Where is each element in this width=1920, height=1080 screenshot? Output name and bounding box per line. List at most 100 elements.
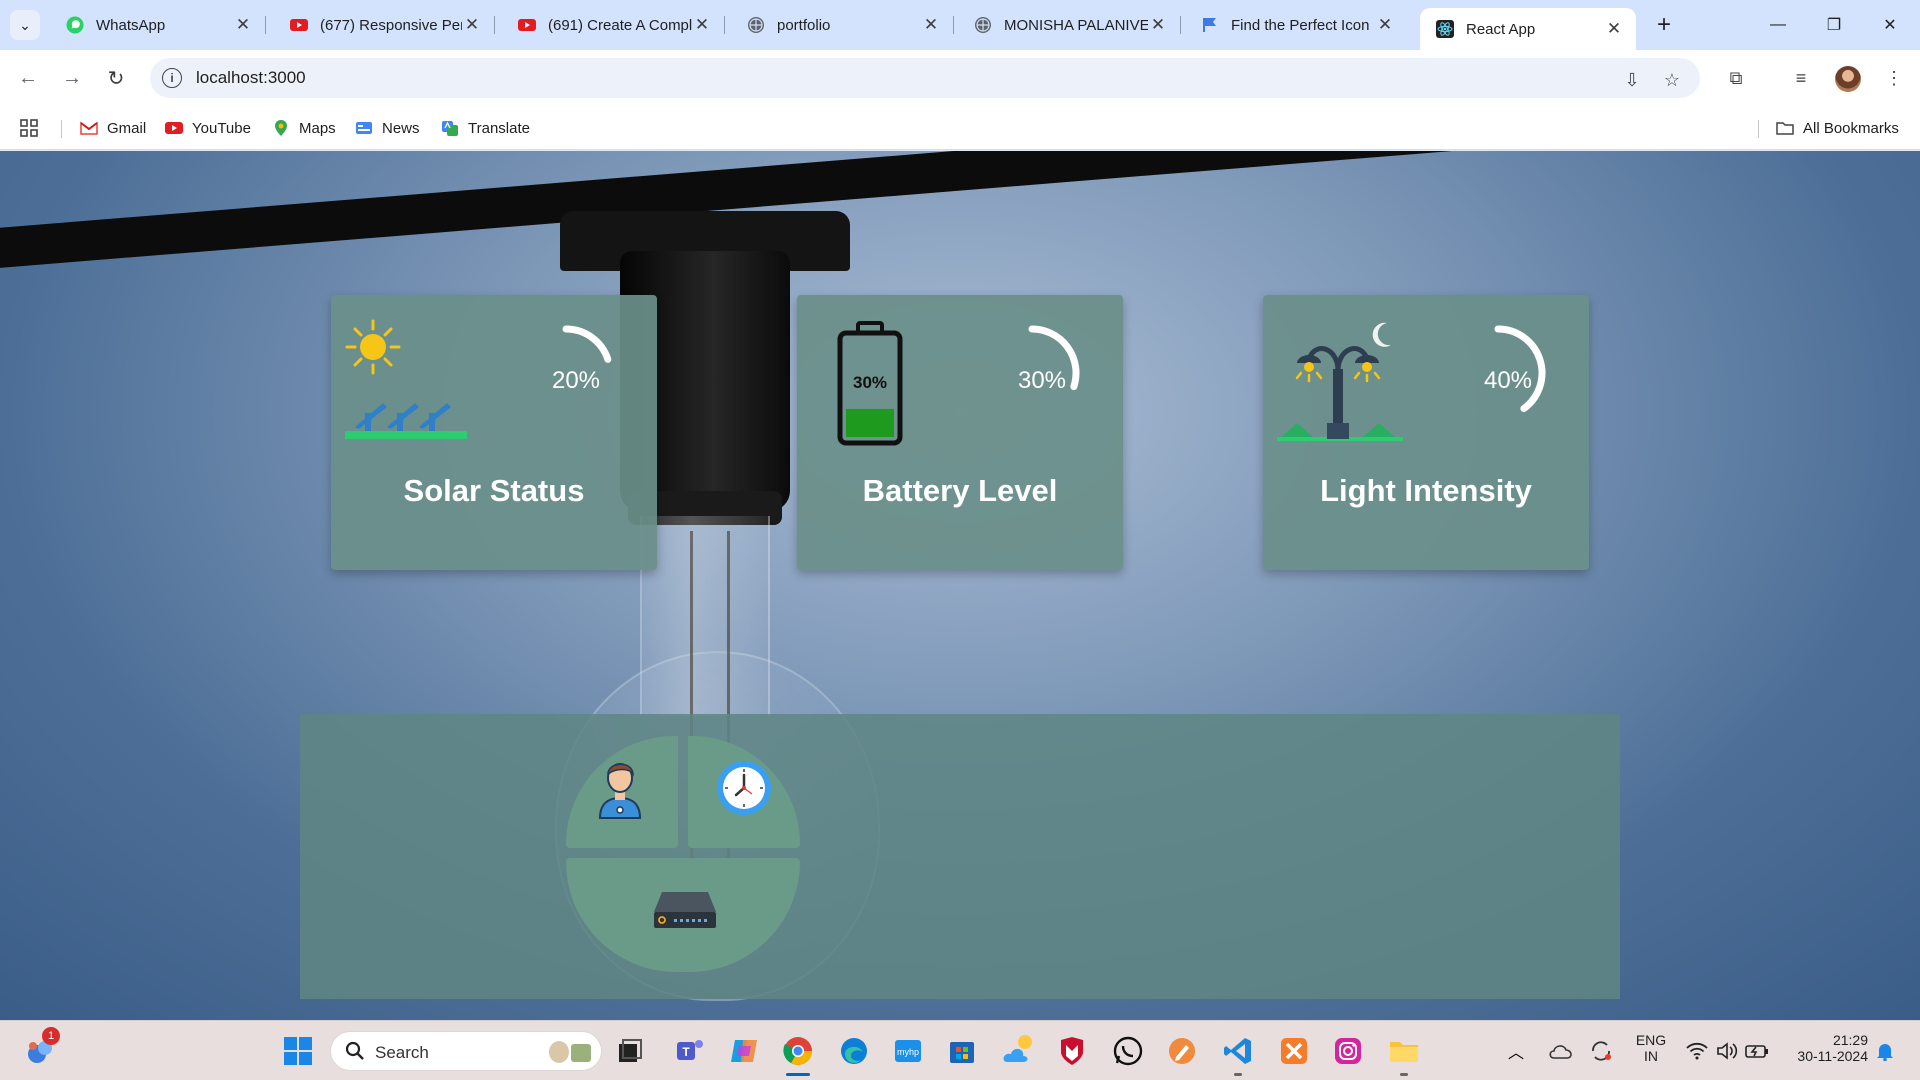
teams-app[interactable]: T (672, 1033, 708, 1069)
install-app-icon[interactable]: ⇩ (1620, 68, 1644, 92)
file-explorer-app[interactable] (1386, 1033, 1422, 1076)
close-icon[interactable]: ✕ (921, 15, 941, 35)
vscode-icon (1224, 1038, 1251, 1064)
edge-app[interactable] (836, 1033, 872, 1069)
close-icon[interactable]: ✕ (233, 15, 253, 35)
new-tab-button[interactable]: + (1649, 10, 1679, 40)
background-cable (0, 151, 1920, 271)
close-icon[interactable]: ✕ (692, 15, 712, 35)
tab-title: React App (1466, 20, 1536, 38)
solar-status-card[interactable]: 20% Solar Status (331, 295, 657, 570)
extensions-button[interactable]: ⧉ (1720, 62, 1752, 94)
close-window-button[interactable]: ✕ (1862, 8, 1918, 42)
close-icon[interactable]: ✕ (1604, 19, 1624, 39)
restore-button[interactable]: ❐ (1806, 8, 1862, 42)
onedrive-button[interactable] (1546, 1033, 1576, 1069)
minimize-button[interactable]: — (1750, 8, 1806, 42)
widgets-button[interactable]: 1 (22, 1027, 60, 1069)
instagram-app[interactable] (1330, 1033, 1366, 1069)
address-url[interactable]: localhost:3000 (196, 68, 306, 88)
close-icon[interactable]: ✕ (462, 15, 482, 35)
battery-level-card[interactable]: 30% 30% Battery Level (797, 295, 1123, 570)
close-icon: ✕ (1883, 17, 1897, 34)
sync-icon (1592, 1041, 1611, 1061)
chevron-down-icon: ⌄ (19, 16, 31, 33)
bookmark-maps[interactable]: Maps (272, 116, 336, 140)
weather-app[interactable] (1000, 1033, 1036, 1069)
youtube-icon (165, 122, 183, 134)
volume-button[interactable] (1712, 1033, 1742, 1069)
pen-app[interactable] (1164, 1033, 1200, 1069)
battery-label: 30% (853, 373, 887, 392)
volume-icon (1717, 1042, 1738, 1060)
instagram-icon (1335, 1038, 1361, 1064)
language-indicator[interactable]: ENG IN (1628, 1032, 1674, 1064)
chrome-app[interactable] (780, 1033, 816, 1076)
notifications-button[interactable] (1870, 1033, 1900, 1069)
start-button[interactable] (280, 1033, 316, 1069)
taskbar-search[interactable]: Search (330, 1031, 602, 1071)
teams-icon: T (677, 1040, 703, 1060)
gmail-icon (80, 121, 98, 135)
mylio-app[interactable]: myhp (890, 1033, 926, 1069)
bookmark-news[interactable]: News (355, 116, 420, 140)
profile-avatar[interactable] (1835, 66, 1861, 92)
copilot-app[interactable] (726, 1033, 762, 1069)
apps-button[interactable] (20, 116, 47, 140)
pen-icon (1169, 1038, 1195, 1064)
light-intensity-card[interactable]: 40% Light Intensity (1263, 295, 1589, 570)
close-icon[interactable]: ✕ (1375, 15, 1395, 35)
mylio-icon: myhp (895, 1040, 921, 1062)
language-code: ENG (1635, 1032, 1667, 1048)
solar-panel-icon (345, 319, 467, 439)
search-icon (345, 1041, 364, 1060)
tab-portfolio[interactable]: portfolio ✕ (731, 8, 954, 42)
show-hidden-icons-button[interactable]: ︿ (1504, 1033, 1528, 1069)
maps-pin-icon (275, 120, 287, 136)
running-indicator (1400, 1073, 1408, 1076)
bookmark-label: News (382, 119, 420, 137)
store-app[interactable] (944, 1033, 980, 1069)
region-code: IN (1644, 1048, 1658, 1064)
address-bar[interactable]: i localhost:3000 ⇩ ☆ (150, 58, 1700, 98)
edge-icon (841, 1038, 867, 1064)
tab-youtube-responsive[interactable]: (677) Responsive Personal ✕ (274, 8, 495, 42)
tab-find-icon[interactable]: Find the Perfect Icon ✕ (1185, 8, 1407, 42)
bookmark-youtube[interactable]: YouTube (165, 116, 251, 140)
wifi-button[interactable] (1682, 1033, 1712, 1069)
tab-react-app[interactable]: React App ✕ (1420, 8, 1636, 50)
clock-area[interactable]: 21:29 30-11-2024 (1778, 1032, 1878, 1064)
divider (1758, 120, 1759, 138)
reload-button[interactable]: ↻ (100, 62, 132, 94)
forward-button[interactable]: → (56, 62, 88, 94)
tab-whatsapp[interactable]: WhatsApp ✕ (50, 8, 266, 42)
whatsapp-app[interactable] (1110, 1033, 1146, 1069)
bookmark-gmail[interactable]: Gmail (80, 116, 146, 140)
bookmark-star-icon[interactable]: ☆ (1660, 68, 1684, 92)
flag-icon (1203, 18, 1216, 32)
tab-search-button[interactable]: ⌄ (10, 10, 40, 40)
mcafee-app[interactable] (1054, 1033, 1090, 1069)
bookmark-translate[interactable]: Translate (441, 116, 530, 140)
tab-monisha[interactable]: MONISHA PALANIVEL ✕ (958, 8, 1181, 42)
battery-status-button[interactable] (1742, 1033, 1772, 1069)
close-icon[interactable]: ✕ (1148, 15, 1168, 35)
media-controls-button[interactable]: ≡ (1785, 62, 1817, 94)
user-button[interactable] (566, 736, 678, 848)
sync-button[interactable] (1586, 1033, 1616, 1069)
menu-button[interactable]: ⋮ (1878, 62, 1910, 94)
clock-button[interactable] (688, 736, 800, 848)
bookmark-label: Gmail (107, 119, 147, 137)
tab-youtube-create[interactable]: (691) Create A Complete ✕ (502, 8, 725, 42)
chevron-up-icon: ︿ (1507, 1045, 1524, 1062)
task-view-button[interactable] (612, 1033, 648, 1069)
back-button[interactable]: ← (12, 62, 44, 94)
react-icon (1436, 20, 1454, 38)
active-indicator (786, 1073, 810, 1076)
xampp-app[interactable] (1276, 1033, 1312, 1069)
tab-title: WhatsApp (96, 16, 166, 34)
site-info-icon[interactable]: i (162, 68, 182, 88)
vscode-app[interactable] (1220, 1033, 1256, 1076)
all-bookmarks-button[interactable]: All Bookmarks (1776, 116, 1899, 140)
router-button[interactable] (566, 858, 800, 972)
